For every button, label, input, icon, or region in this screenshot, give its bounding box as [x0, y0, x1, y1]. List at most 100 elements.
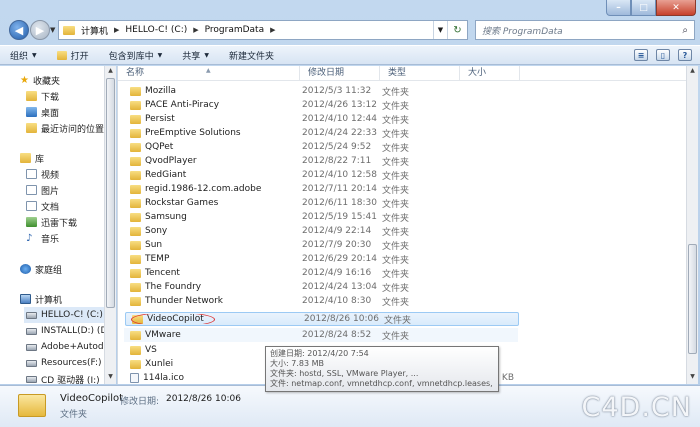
- chevron-right-icon[interactable]: ▶: [270, 26, 275, 34]
- downloads-folder-icon: [26, 91, 37, 101]
- back-button[interactable]: ◀: [9, 20, 29, 40]
- table-row[interactable]: RedGiant 2012/4/10 12:58 文件夹: [124, 168, 518, 182]
- nav-favorites[interactable]: ★ 收藏夹: [20, 72, 116, 88]
- folder-icon: [130, 156, 141, 166]
- folder-icon: [130, 330, 141, 340]
- scroll-down-icon[interactable]: ▼: [105, 373, 116, 383]
- nav-recent-places[interactable]: 最近访问的位置: [26, 120, 116, 136]
- nav-homegroup[interactable]: 家庭组: [20, 261, 116, 277]
- table-row[interactable]: TEMP 2012/6/29 20:14 文件夹: [124, 252, 518, 266]
- table-row[interactable]: The Foundry 2012/4/24 13:04 文件夹: [124, 280, 518, 294]
- help-icon[interactable]: ?: [678, 49, 692, 61]
- breadcrumb-drive-c[interactable]: HELLO-C! (C:) ▶: [122, 25, 201, 35]
- folder-icon: [130, 170, 141, 180]
- address-dropdown-button[interactable]: ▼: [433, 21, 447, 39]
- organize-button[interactable]: 组织 ▼: [0, 49, 47, 62]
- nav-desktop[interactable]: 桌面: [26, 104, 116, 120]
- nav-drive-c[interactable]: HELLO-C! (C:): [24, 307, 106, 323]
- table-row[interactable]: Sun 2012/7/9 20:30 文件夹: [124, 238, 518, 252]
- forward-button[interactable]: ▶: [30, 20, 50, 40]
- tooltip-files: 文件: netmap.conf, vmnetdhcp.conf, vmnetdh…: [270, 379, 494, 388]
- table-row[interactable]: Mozilla 2012/5/3 11:32 文件夹: [124, 84, 518, 98]
- hard-drive-icon: [26, 359, 37, 367]
- nav-cd-drive[interactable]: CD 驱动器 (I:): [26, 371, 104, 384]
- file-list-scroll-thumb[interactable]: [688, 244, 697, 354]
- nav-music[interactable]: ♪ 音乐: [26, 230, 116, 246]
- address-bar[interactable]: 计算机 ▶ HELLO-C! (C:) ▶ ProgramData ▶ ▼ ↻: [58, 20, 468, 40]
- nav-libraries[interactable]: 库: [20, 150, 116, 166]
- ico-file-icon: [130, 373, 139, 383]
- nav-videos[interactable]: 视频: [26, 166, 116, 182]
- scroll-up-icon[interactable]: ▲: [105, 67, 116, 77]
- table-row[interactable]: PACE Anti-Piracy 2012/4/26 13:12 文件夹: [124, 98, 518, 112]
- nav-drive-d[interactable]: INSTALL(D:) (D:): [26, 323, 104, 339]
- table-row[interactable]: Thunder Network 2012/4/10 8:30 文件夹: [124, 294, 518, 308]
- breadcrumb-programdata[interactable]: ProgramData ▶: [202, 25, 279, 35]
- file-list: 名称 ▲ 修改日期 类型 大小 Mozilla 2012/5/3 11:32 文件夹 …: [117, 66, 686, 384]
- folder-icon: [130, 296, 141, 306]
- column-name[interactable]: 名称 ▲: [118, 66, 300, 81]
- chevron-down-icon: ▼: [204, 51, 209, 59]
- scroll-up-icon[interactable]: ▲: [687, 67, 698, 77]
- chevron-right-icon[interactable]: ▶: [193, 26, 198, 34]
- table-row[interactable]: Sony 2012/4/9 22:14 文件夹: [124, 224, 518, 238]
- video-icon: [26, 169, 37, 179]
- minimize-button[interactable]: –: [606, 0, 631, 16]
- nav-scroll-thumb[interactable]: [106, 78, 115, 308]
- folder-icon: [130, 254, 141, 264]
- folder-icon: [130, 184, 141, 194]
- close-button[interactable]: ✕: [656, 0, 696, 16]
- nav-downloads[interactable]: 下载: [26, 88, 116, 104]
- table-row[interactable]: Rockstar Games 2012/6/11 18:30 文件夹: [124, 196, 518, 210]
- new-folder-button[interactable]: 新建文件夹: [219, 49, 284, 62]
- table-row[interactable]: Tencent 2012/4/9 16:16 文件夹: [124, 266, 518, 280]
- nav-computer[interactable]: 计算机: [20, 291, 116, 307]
- open-button[interactable]: 打开: [47, 49, 99, 62]
- maximize-button[interactable]: □: [631, 0, 656, 16]
- table-row[interactable]: regid.1986-12.com.adobe 2012/7/11 20:14 文件…: [124, 182, 518, 196]
- nav-documents[interactable]: 文档: [26, 198, 116, 214]
- column-date[interactable]: 修改日期: [300, 66, 380, 81]
- arrow-right-icon: ▶: [35, 23, 45, 37]
- file-list-scrollbar[interactable]: ▲ ▼: [686, 66, 698, 384]
- recent-places-icon: [26, 123, 37, 133]
- change-view-icon[interactable]: ≡: [634, 49, 648, 61]
- recent-pages-dropdown[interactable]: ▼: [50, 26, 55, 34]
- folder-icon: [130, 86, 141, 96]
- breadcrumb-computer[interactable]: 计算机 ▶: [78, 24, 122, 37]
- folder-icon: [130, 282, 141, 292]
- table-row-hovered[interactable]: VideoCopilot 2012/8/26 10:06 文件夹: [125, 312, 519, 326]
- nav-drive-e[interactable]: Adobe+Autodesk: [26, 339, 104, 355]
- share-button[interactable]: 共享 ▼: [172, 49, 219, 62]
- table-row[interactable]: QQPet 2012/5/24 9:52 文件夹: [124, 140, 518, 154]
- nav-scrollbar[interactable]: ▲ ▼: [104, 66, 116, 384]
- table-row[interactable]: VMware 2012/8/24 8:52 文件夹: [124, 328, 518, 342]
- table-row[interactable]: Samsung 2012/5/19 15:41 文件夹: [124, 210, 518, 224]
- star-icon: ★: [20, 74, 29, 86]
- include-in-library-button[interactable]: 包含到库中 ▼: [99, 49, 173, 62]
- document-icon: [26, 201, 37, 211]
- table-row[interactable]: Persist 2012/4/10 12:44 文件夹: [124, 112, 518, 126]
- search-input[interactable]: 搜索 ProgramData ⌕: [475, 20, 695, 40]
- nav-thunder-downloads[interactable]: 迅雷下载: [26, 214, 116, 230]
- table-row[interactable]: PreEmptive Solutions 2012/4/24 22:33 文件夹: [124, 126, 518, 140]
- column-type[interactable]: 类型: [380, 66, 460, 81]
- hard-drive-icon: [26, 311, 37, 319]
- preview-pane-icon[interactable]: ▯: [656, 49, 670, 61]
- folder-icon: [130, 345, 141, 355]
- folder-icon: [18, 394, 46, 417]
- table-row[interactable]: QvodPlayer 2012/8/22 7:11 文件夹: [124, 154, 518, 168]
- folder-icon: [130, 240, 141, 250]
- nav-pictures[interactable]: 图片: [26, 182, 116, 198]
- folder-icon: [130, 114, 141, 124]
- music-note-icon: ♪: [26, 233, 33, 244]
- chevron-right-icon[interactable]: ▶: [114, 26, 119, 34]
- scroll-down-icon[interactable]: ▼: [687, 373, 698, 383]
- column-header: 名称 ▲ 修改日期 类型 大小: [118, 66, 686, 81]
- column-size[interactable]: 大小: [460, 66, 520, 81]
- nav-drive-f[interactable]: Resources(F:) (F: [26, 355, 104, 371]
- folder-icon: [130, 100, 141, 110]
- refresh-button[interactable]: ↻: [447, 21, 467, 39]
- search-icon[interactable]: ⌕: [682, 25, 688, 36]
- address-actions: ▼ ↻: [433, 21, 467, 39]
